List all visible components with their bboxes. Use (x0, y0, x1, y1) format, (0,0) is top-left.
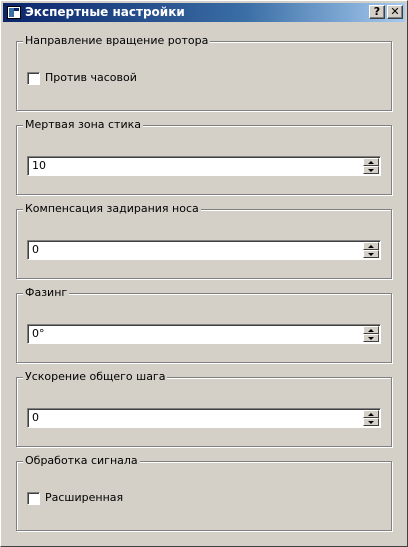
arrow-down-icon (368, 169, 374, 172)
group-rotor-direction: Направление вращение ротора Против часов… (16, 34, 392, 111)
app-icon (7, 6, 21, 19)
nose-compensation-spinbox[interactable]: 0 (27, 240, 381, 260)
phasing-value[interactable]: 0° (32, 327, 45, 341)
decrement-button[interactable] (363, 334, 379, 342)
arrow-up-icon (368, 245, 374, 248)
group-title: Мертвая зона стика (23, 118, 143, 132)
deadzone-value[interactable]: 10 (32, 159, 46, 173)
phasing-spinbox[interactable]: 0° (27, 324, 381, 344)
collective-acceleration-value[interactable]: 0 (32, 411, 39, 425)
title-bar[interactable]: Экспертные настройки ? ✕ (3, 3, 405, 22)
increment-button[interactable] (363, 410, 379, 418)
collective-acceleration-spinbox[interactable]: 0 (27, 408, 381, 428)
group-title: Ускорение общего шага (23, 370, 168, 384)
nose-compensation-value[interactable]: 0 (32, 243, 39, 257)
group-title: Направление вращение ротора (23, 34, 211, 48)
arrow-down-icon (368, 421, 374, 424)
counterclockwise-label[interactable]: Против часовой (45, 71, 137, 85)
expert-settings-dialog: Экспертные настройки ? ✕ Направление вра… (0, 0, 408, 547)
arrow-up-icon (368, 161, 374, 164)
window-title: Экспертные настройки (25, 5, 185, 19)
group-title: Компенсация задирания носа (23, 202, 201, 216)
spin-buttons (363, 410, 379, 426)
arrow-up-icon (368, 329, 374, 332)
decrement-button[interactable] (363, 166, 379, 174)
spin-buttons (363, 326, 379, 342)
deadzone-spinbox[interactable]: 10 (27, 156, 381, 176)
arrow-down-icon (368, 337, 374, 340)
extended-label[interactable]: Расширенная (45, 491, 123, 505)
arrow-up-icon (368, 413, 374, 416)
group-signal-processing: Обработка сигнала Расширенная (16, 454, 392, 531)
decrement-button[interactable] (363, 250, 379, 258)
increment-button[interactable] (363, 242, 379, 250)
group-collective-acceleration: Ускорение общего шага 0 (16, 370, 392, 447)
group-stick-deadzone: Мертвая зона стика 10 (16, 118, 392, 195)
group-title: Обработка сигнала (23, 454, 140, 468)
spin-buttons (363, 158, 379, 174)
group-title: Фазинг (23, 286, 70, 300)
help-button[interactable]: ? (369, 5, 385, 19)
increment-button[interactable] (363, 158, 379, 166)
spin-buttons (363, 242, 379, 258)
group-nose-compensation: Компенсация задирания носа 0 (16, 202, 392, 279)
group-phasing: Фазинг 0° (16, 286, 392, 363)
arrow-down-icon (368, 253, 374, 256)
extended-checkbox[interactable] (27, 492, 40, 505)
decrement-button[interactable] (363, 418, 379, 426)
counterclockwise-checkbox[interactable] (27, 72, 40, 85)
close-button[interactable]: ✕ (387, 5, 403, 19)
increment-button[interactable] (363, 326, 379, 334)
